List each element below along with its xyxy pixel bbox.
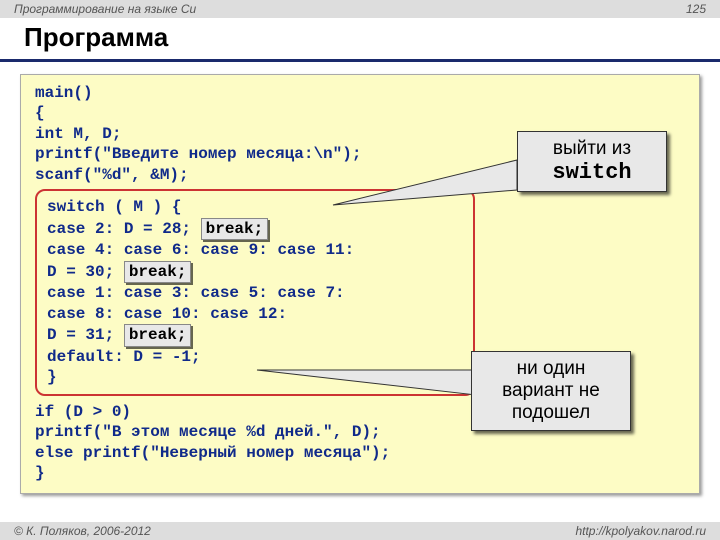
code-block: main() { int M, D; printf("Введите номер… xyxy=(20,74,700,494)
code-text: D = 30; xyxy=(47,263,124,281)
code-text: D = 31; xyxy=(47,326,124,344)
code-line: D = 30; break; xyxy=(47,261,463,283)
code-line: main() xyxy=(35,83,685,103)
callout-text: ни один вариант не подошел xyxy=(484,358,618,424)
callout-text: выйти из xyxy=(530,138,654,160)
footer-url: http://kpolyakov.narod.ru xyxy=(575,524,706,538)
code-line: case 4: case 6: case 9: case 11: xyxy=(47,240,463,260)
code-line: else printf("Неверный номер месяца"); xyxy=(35,443,685,463)
course-label: Программирование на языке Си xyxy=(14,2,196,16)
code-text: case 2: D = 28; xyxy=(47,220,201,238)
callout-default: ни один вариант не подошел xyxy=(471,351,631,431)
page-number: 125 xyxy=(686,2,706,16)
callout-exit-switch: выйти из switch xyxy=(517,131,667,192)
code-line: case 8: case 10: case 12: xyxy=(47,304,463,324)
code-line: D = 31; break; xyxy=(47,324,463,346)
break-keyword: break; xyxy=(124,261,192,283)
copyright: © К. Поляков, 2006-2012 xyxy=(14,524,151,538)
footer-strip: © К. Поляков, 2006-2012 http://kpolyakov… xyxy=(0,522,720,540)
break-keyword: break; xyxy=(124,324,192,346)
callout-text-mono: switch xyxy=(530,160,654,185)
code-line: } xyxy=(35,463,685,483)
slide-body: main() { int M, D; printf("Введите номер… xyxy=(0,62,720,494)
slide-title: Программа xyxy=(0,18,720,62)
callout-tail xyxy=(327,155,527,215)
callout-tail xyxy=(251,355,481,405)
code-line: { xyxy=(35,103,685,123)
code-line: case 1: case 3: case 5: case 7: xyxy=(47,283,463,303)
header-strip: Программирование на языке Си 125 xyxy=(0,0,720,18)
code-line: case 2: D = 28; break; xyxy=(47,218,463,240)
break-keyword: break; xyxy=(201,218,269,240)
